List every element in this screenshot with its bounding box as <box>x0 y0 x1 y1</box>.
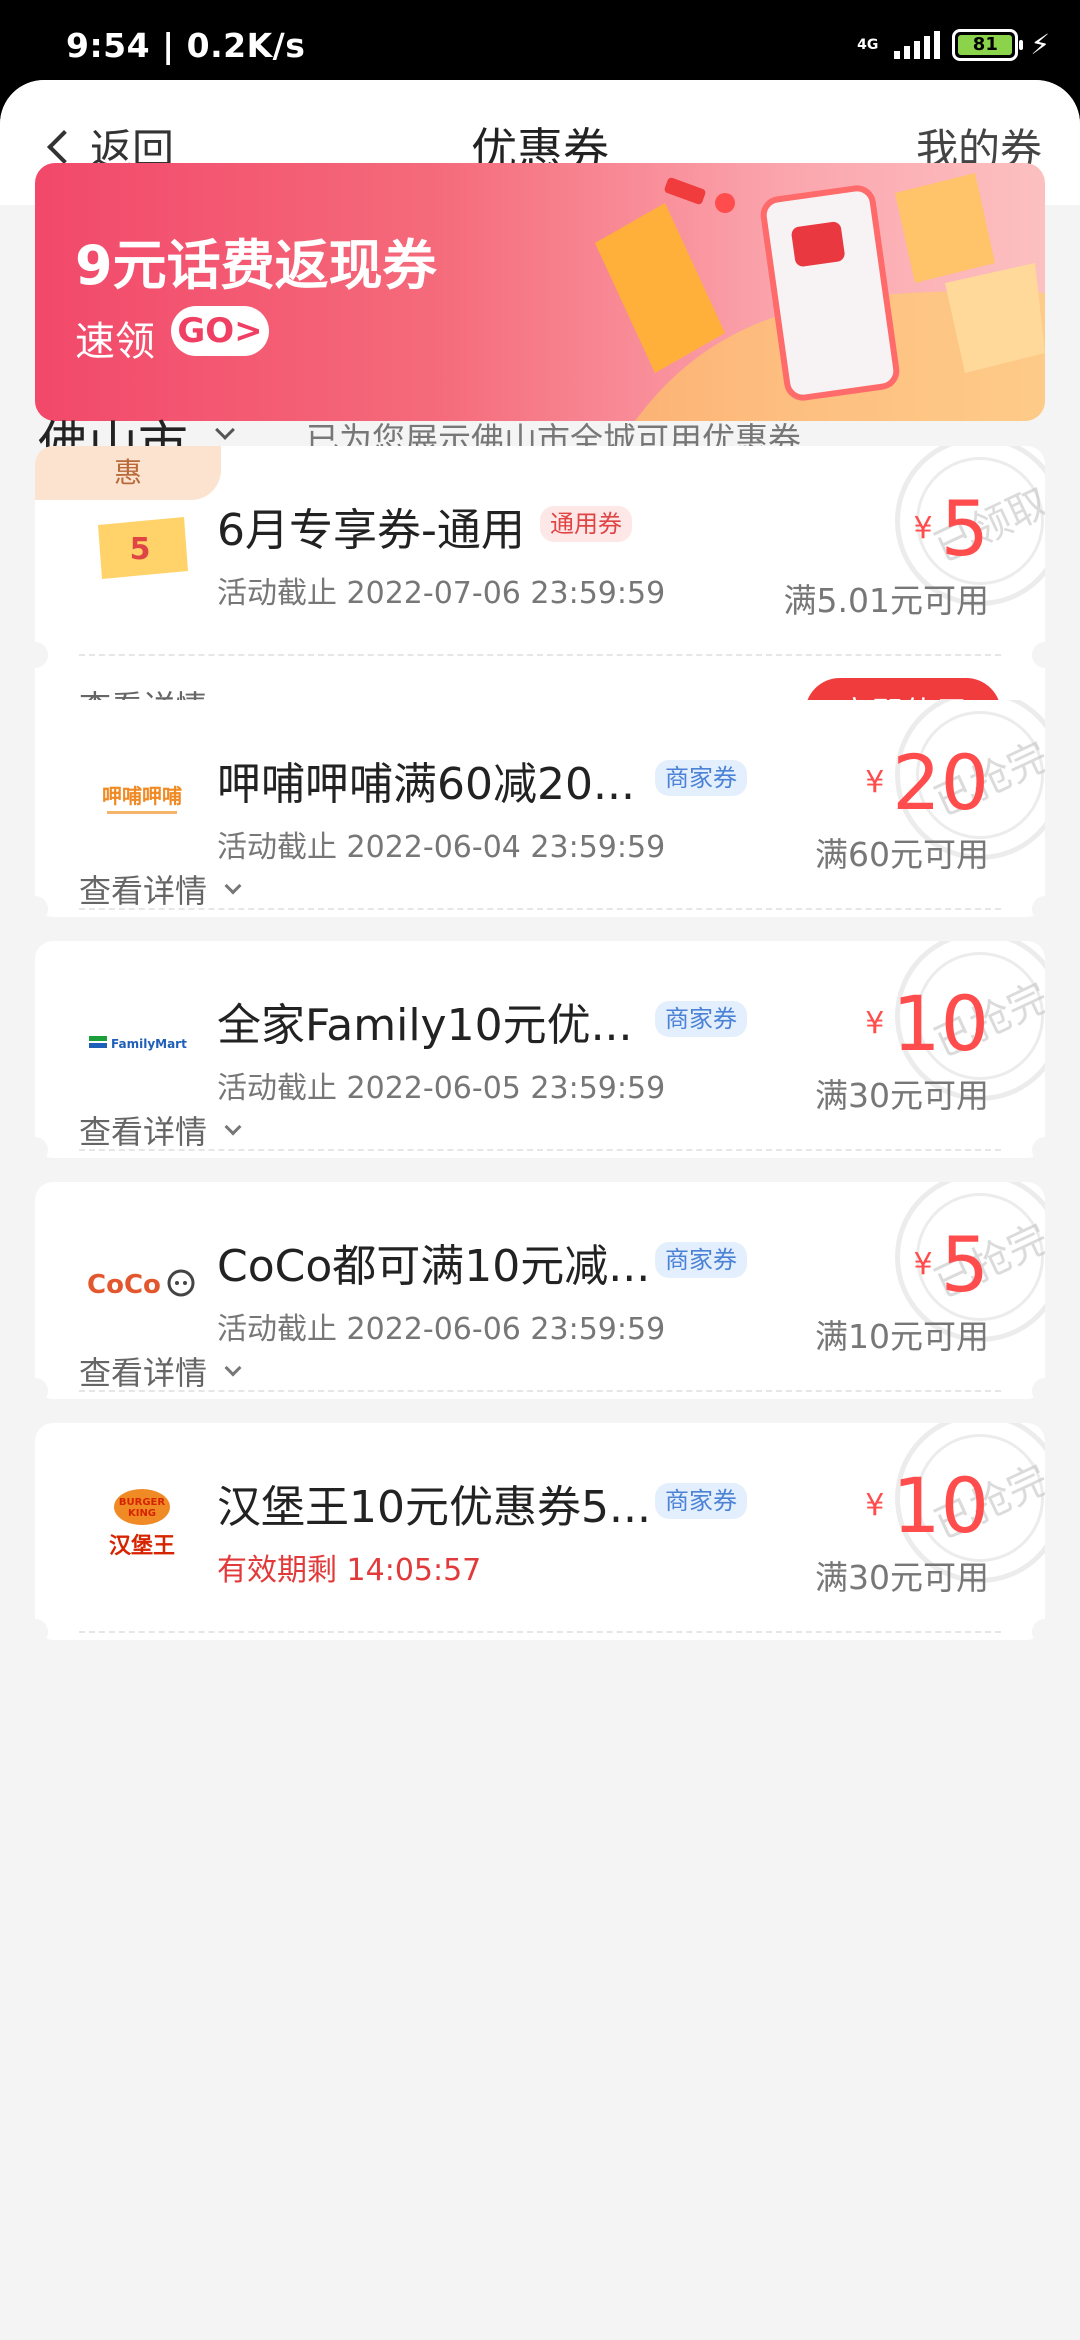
currency-symbol: ¥ <box>913 511 933 546</box>
status-time-speed: 9:54 | 0.2K/s <box>66 26 306 65</box>
coupon-condition: 满30元可用 <box>815 1076 989 1115</box>
svg-text:5: 5 <box>130 532 151 567</box>
coupon-price: ¥10 <box>865 1461 989 1550</box>
coupon-price: ¥5 <box>914 484 989 573</box>
battery-level: 81 <box>958 34 1013 55</box>
coupon-badge: 商家券 <box>655 760 747 796</box>
coco-logo: CoCo <box>87 1244 197 1324</box>
banner-title: 9元话费返现券 <box>75 234 437 297</box>
currency-symbol: ¥ <box>913 1247 933 1282</box>
chevron-down-icon <box>224 1359 242 1377</box>
view-details-button[interactable]: 查看详情 <box>79 1107 242 1153</box>
coupon-badge: 商家券 <box>655 1001 747 1037</box>
coupon-card[interactable]: 已抢完 FamilyMart 全家Family10元优... 商家券 活动截止 … <box>35 941 1045 1158</box>
banner-illustration <box>595 173 1045 421</box>
coupon-card[interactable]: 已抢完 CoCo CoCo都可满10元减... 商家券 活动截止 2022-06… <box>35 1182 1045 1399</box>
svg-text:FamilyMart: FamilyMart <box>111 1037 187 1051</box>
coupon-price: ¥10 <box>865 979 989 1068</box>
coupon-condition: 满30元可用 <box>815 1558 989 1597</box>
currency-symbol: ¥ <box>865 765 885 800</box>
coupon-amount: 5 <box>940 1220 989 1309</box>
svg-text:呷哺呷哺: 呷哺呷哺 <box>102 784 182 808</box>
coupon-price: ¥5 <box>914 1220 989 1309</box>
battery-icon: 81 <box>952 28 1024 61</box>
coupon-deadline: 活动截止 2022-06-06 23:59:59 <box>217 1312 666 1347</box>
svg-text:汉堡王: 汉堡王 <box>109 1533 175 1559</box>
svg-text:KING: KING <box>128 1508 156 1519</box>
card-notch <box>35 896 48 917</box>
coupon-badge: 商家券 <box>655 1242 747 1278</box>
chevron-down-icon <box>224 1118 242 1136</box>
status-icons: 4G 81 ⚡ <box>857 28 1050 61</box>
coupon-title: 6月专享券-通用 <box>217 505 525 556</box>
network-type: 4G <box>857 36 879 53</box>
banner-subtitle: 速领 <box>75 319 155 365</box>
card-notch <box>1032 1378 1045 1399</box>
details-label: 查看详情 <box>79 1113 208 1151</box>
coupon-title: 全家Family10元优... <box>217 1000 633 1051</box>
card-notch <box>35 1137 48 1158</box>
coupon-badge: 通用券 <box>540 506 632 542</box>
coupon-amount: 5 <box>940 484 989 573</box>
card-notch <box>1032 1137 1045 1158</box>
coupon-deadline: 活动截止 2022-07-06 23:59:59 <box>217 576 666 611</box>
status-bar: 9:54 | 0.2K/s 4G 81 ⚡ <box>0 0 1080 80</box>
coupon-title: 呷哺呷哺满60减20... <box>217 759 635 810</box>
currency-symbol: ¥ <box>865 1006 885 1041</box>
xiabu-logo: 呷哺呷哺 <box>87 762 197 842</box>
view-details-button[interactable]: 查看详情 <box>79 866 242 912</box>
svg-text:CoCo: CoCo <box>87 1270 161 1300</box>
details-label: 查看详情 <box>79 1354 208 1392</box>
coupon-countdown: 有效期剩 14:05:57 <box>217 1553 482 1588</box>
coupon-title: CoCo都可满10元减... <box>217 1241 651 1292</box>
familymart-logo: FamilyMart <box>87 1003 197 1083</box>
card-notch <box>1032 896 1045 917</box>
coupon-condition: 满60元可用 <box>815 835 989 874</box>
card-divider <box>79 1631 1001 1633</box>
coupon-amount: 10 <box>892 1461 989 1550</box>
coupon-logo: 5 <box>87 508 197 588</box>
details-label: 查看详情 <box>79 872 208 910</box>
coupon-card[interactable]: 已抢完 BURGER KING 汉堡王 汉堡王10元优惠券5... 商家券 有效… <box>35 1423 1045 1640</box>
coupon-card[interactable]: 已抢完 呷哺呷哺 呷哺呷哺满60减20... 商家券 活动截止 2022-06-… <box>35 700 1045 917</box>
view-details-button[interactable]: 查看详情 <box>79 1348 242 1394</box>
coupon-badge: 商家券 <box>655 1483 747 1519</box>
coupon-amount: 20 <box>892 738 989 827</box>
promo-banner[interactable]: 9元话费返现券 速领 GO> <box>35 163 1045 421</box>
charging-icon: ⚡ <box>1030 28 1050 61</box>
card-notch <box>1032 642 1045 668</box>
card-notch <box>35 1378 48 1399</box>
card-notch <box>35 642 48 668</box>
coupon-deadline: 活动截止 2022-06-05 23:59:59 <box>217 1071 666 1106</box>
app-screen: 返回 优惠券 我的券 9元话费返现券 速领 GO> 佛山市 已为您展示佛山市全城… <box>0 80 1080 2340</box>
chevron-down-icon <box>224 877 242 895</box>
coupon-condition: 满5.01元可用 <box>783 581 989 620</box>
svg-text:BURGER: BURGER <box>119 1497 165 1508</box>
coupon-amount: 10 <box>892 979 989 1068</box>
coupon-title: 汉堡王10元优惠券5... <box>217 1482 651 1533</box>
go-button[interactable]: GO> <box>171 306 269 356</box>
coupon-tag: 惠 <box>35 446 221 500</box>
coupon-price: ¥20 <box>865 738 989 827</box>
card-notch <box>1032 1619 1045 1640</box>
coupon-deadline: 活动截止 2022-06-04 23:59:59 <box>217 830 666 865</box>
coupon-condition: 满10元可用 <box>815 1317 989 1356</box>
signal-icon <box>894 30 941 59</box>
chevron-down-icon[interactable] <box>215 420 235 440</box>
card-notch <box>35 1619 48 1640</box>
currency-symbol: ¥ <box>865 1488 885 1523</box>
card-divider <box>79 654 1001 656</box>
burger-king-logo: BURGER KING 汉堡王 <box>87 1485 197 1565</box>
